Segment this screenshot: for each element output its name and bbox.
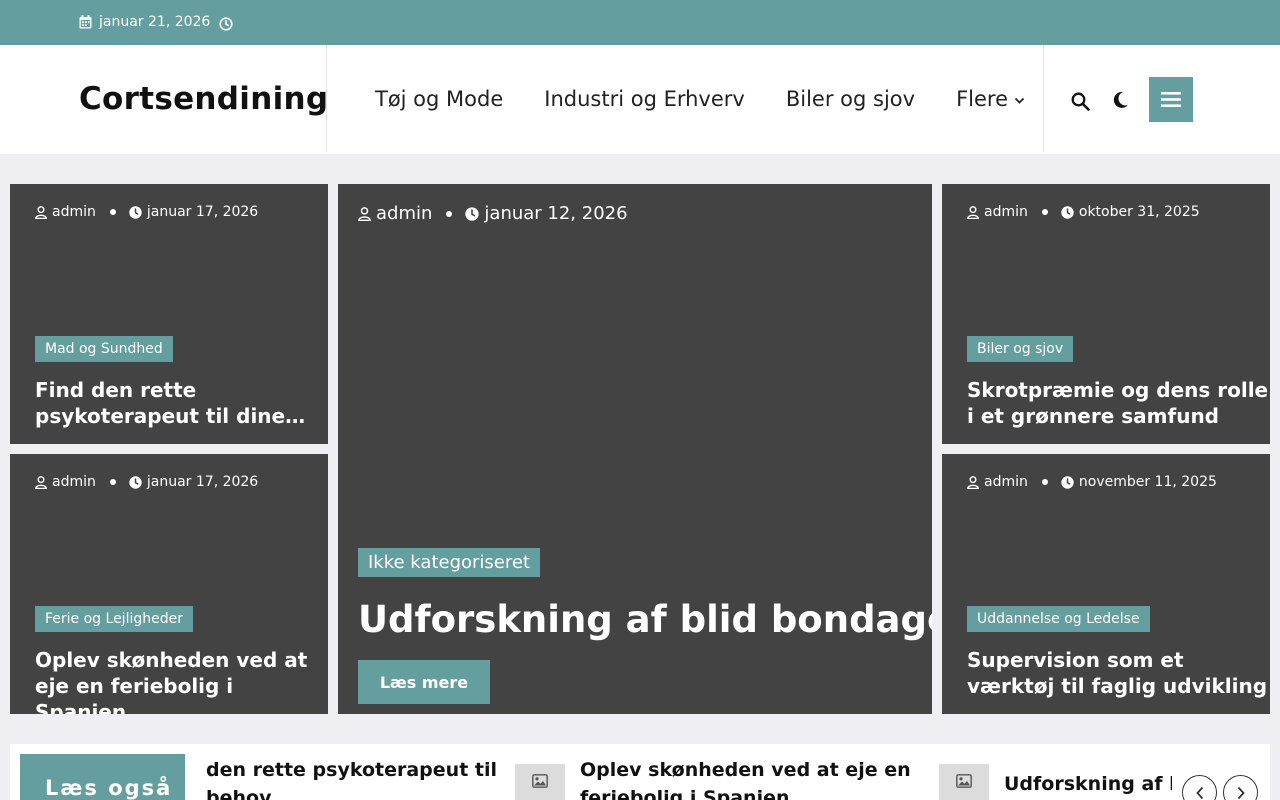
top-bar: januar 21, 2026 <box>0 0 1280 45</box>
post-title-line: Skrotpræmie og dens rolle <box>967 378 1269 402</box>
main-nav: Tøj og Mode Industri og Erhverv Biler og… <box>375 87 1025 111</box>
post-card-bottom-left[interactable]: admin januar 17, 2026 Ferie og Lejlighed… <box>10 454 328 714</box>
post-title[interactable]: Supervision som et værktøj til faglig ud… <box>967 647 1267 699</box>
header-divider <box>326 45 327 152</box>
header-divider-right <box>1043 45 1044 152</box>
ticker-item[interactable]: Oplev skønheden ved at eje en feriebolig… <box>580 756 911 800</box>
chevron-left-icon <box>1195 786 1203 799</box>
user-icon <box>358 206 371 221</box>
nav-item-toej-og-mode[interactable]: Tøj og Mode <box>375 87 503 111</box>
clock-icon <box>129 205 142 219</box>
ticker-prev-button[interactable] <box>1182 775 1217 800</box>
ticker-thumbnail[interactable] <box>515 764 565 800</box>
also-read-label: Læs også <box>20 754 185 800</box>
calendar-icon <box>79 15 92 29</box>
clock-icon <box>129 475 142 489</box>
clock-icon <box>1061 205 1074 219</box>
post-title[interactable]: Find den rette psykoterapeut til dine… <box>35 377 305 429</box>
post-author[interactable]: admin <box>52 474 96 490</box>
nav-item-industri-og-erhverv[interactable]: Industri og Erhverv <box>544 87 745 111</box>
read-more-button[interactable]: Læs mere <box>358 660 490 704</box>
post-title-line: Oplev skønheden ved at <box>35 648 308 672</box>
post-title-line: Supervision som et <box>967 648 1184 672</box>
post-meta: admin oktober 31, 2025 <box>967 204 1200 220</box>
category-badge[interactable]: Biler og sjov <box>967 336 1074 362</box>
ticker-item-title-line: behov <box>206 787 272 800</box>
post-title-line: Find den rette <box>35 378 197 402</box>
post-date[interactable]: november 11, 2025 <box>1079 474 1217 490</box>
meta-separator <box>109 479 116 485</box>
post-date[interactable]: januar 17, 2026 <box>147 204 258 220</box>
also-read-ticker: Læs også den rette psykoterapeut til beh… <box>10 744 1270 800</box>
post-author[interactable]: admin <box>984 204 1028 220</box>
post-author[interactable]: admin <box>52 204 96 220</box>
meta-separator <box>446 210 453 217</box>
current-date: januar 21, 2026 <box>99 14 211 30</box>
user-icon <box>35 475 47 489</box>
user-icon <box>967 475 979 489</box>
ticker-item-title-line: Oplev skønheden ved at eje en <box>580 759 911 781</box>
clock-icon <box>219 17 233 31</box>
ticker-thumbnail[interactable] <box>939 764 989 800</box>
ticker-item-title-line: Udforskning af bli <box>1004 773 1172 795</box>
post-meta: admin januar 17, 2026 <box>35 204 258 220</box>
search-icon[interactable] <box>1071 92 1090 111</box>
post-meta: admin november 11, 2025 <box>967 474 1217 490</box>
user-icon <box>967 205 979 219</box>
post-title[interactable]: Oplev skønheden ved at eje en feriebolig… <box>35 647 328 714</box>
post-card-bottom-right[interactable]: admin november 11, 2025 Uddannelse og Le… <box>942 454 1270 714</box>
ticker-next-button[interactable] <box>1223 775 1258 800</box>
clock-icon <box>1061 475 1074 489</box>
user-icon <box>35 205 47 219</box>
image-placeholder-icon <box>956 774 972 788</box>
post-meta: admin januar 12, 2026 <box>358 203 628 224</box>
category-badge[interactable]: Uddannelse og Ledelse <box>967 606 1150 632</box>
post-title-line: eje en feriebolig i Spanien <box>35 674 234 714</box>
meta-separator <box>1041 209 1048 215</box>
image-placeholder-icon <box>532 774 548 788</box>
post-title-line: i et grønnere samfund <box>967 404 1219 428</box>
top-bar-date: januar 21, 2026 <box>79 14 210 30</box>
meta-separator <box>109 209 116 215</box>
category-badge[interactable]: Mad og Sundhed <box>35 336 173 362</box>
ticker-item[interactable]: Udforskning af bli <box>1004 770 1172 798</box>
clock-icon <box>465 206 480 221</box>
post-title-line: psykoterapeut til dine… <box>35 404 306 428</box>
featured-post-card[interactable]: admin januar 12, 2026 Ikke kategoriseret… <box>338 184 932 714</box>
chevron-down-icon <box>1014 97 1025 104</box>
chevron-right-icon <box>1237 786 1245 799</box>
site-logo[interactable]: Cortsendining <box>79 81 328 117</box>
menu-button[interactable] <box>1149 77 1193 122</box>
post-title-line: værktøj til faglig udvikling <box>967 674 1268 698</box>
featured-post-title[interactable]: Udforskning af blid bondage <box>358 598 932 642</box>
meta-separator <box>1041 479 1048 485</box>
post-date[interactable]: oktober 31, 2025 <box>1079 204 1200 220</box>
ticker-item[interactable]: den rette psykoterapeut til behov <box>206 756 506 800</box>
hamburger-icon <box>1161 92 1181 107</box>
dark-mode-moon-icon[interactable] <box>1112 91 1129 109</box>
category-badge[interactable]: Ferie og Lejligheder <box>35 606 193 632</box>
ticker-item-title-line: den rette psykoterapeut til <box>206 759 498 781</box>
post-meta: admin januar 17, 2026 <box>35 474 258 490</box>
post-author[interactable]: admin <box>984 474 1028 490</box>
post-title[interactable]: Skrotpræmie og dens rolle i et grønnere … <box>967 377 1268 429</box>
post-author[interactable]: admin <box>376 203 432 224</box>
post-date[interactable]: januar 17, 2026 <box>147 474 258 490</box>
post-card-top-left[interactable]: admin januar 17, 2026 Mad og Sundhed Fin… <box>10 184 328 444</box>
category-badge[interactable]: Ikke kategoriseret <box>358 548 541 577</box>
post-card-top-right[interactable]: admin oktober 31, 2025 Biler og sjov Skr… <box>942 184 1270 444</box>
nav-item-flere-label: Flere <box>956 87 1008 111</box>
nav-item-biler-og-sjov[interactable]: Biler og sjov <box>786 87 915 111</box>
ticker-item-title-line: feriebolig i Spanien <box>580 787 790 800</box>
nav-item-flere[interactable]: Flere <box>956 87 1025 111</box>
post-date[interactable]: januar 12, 2026 <box>484 203 627 224</box>
site-header: Cortsendining Tøj og Mode Industri og Er… <box>0 45 1280 154</box>
